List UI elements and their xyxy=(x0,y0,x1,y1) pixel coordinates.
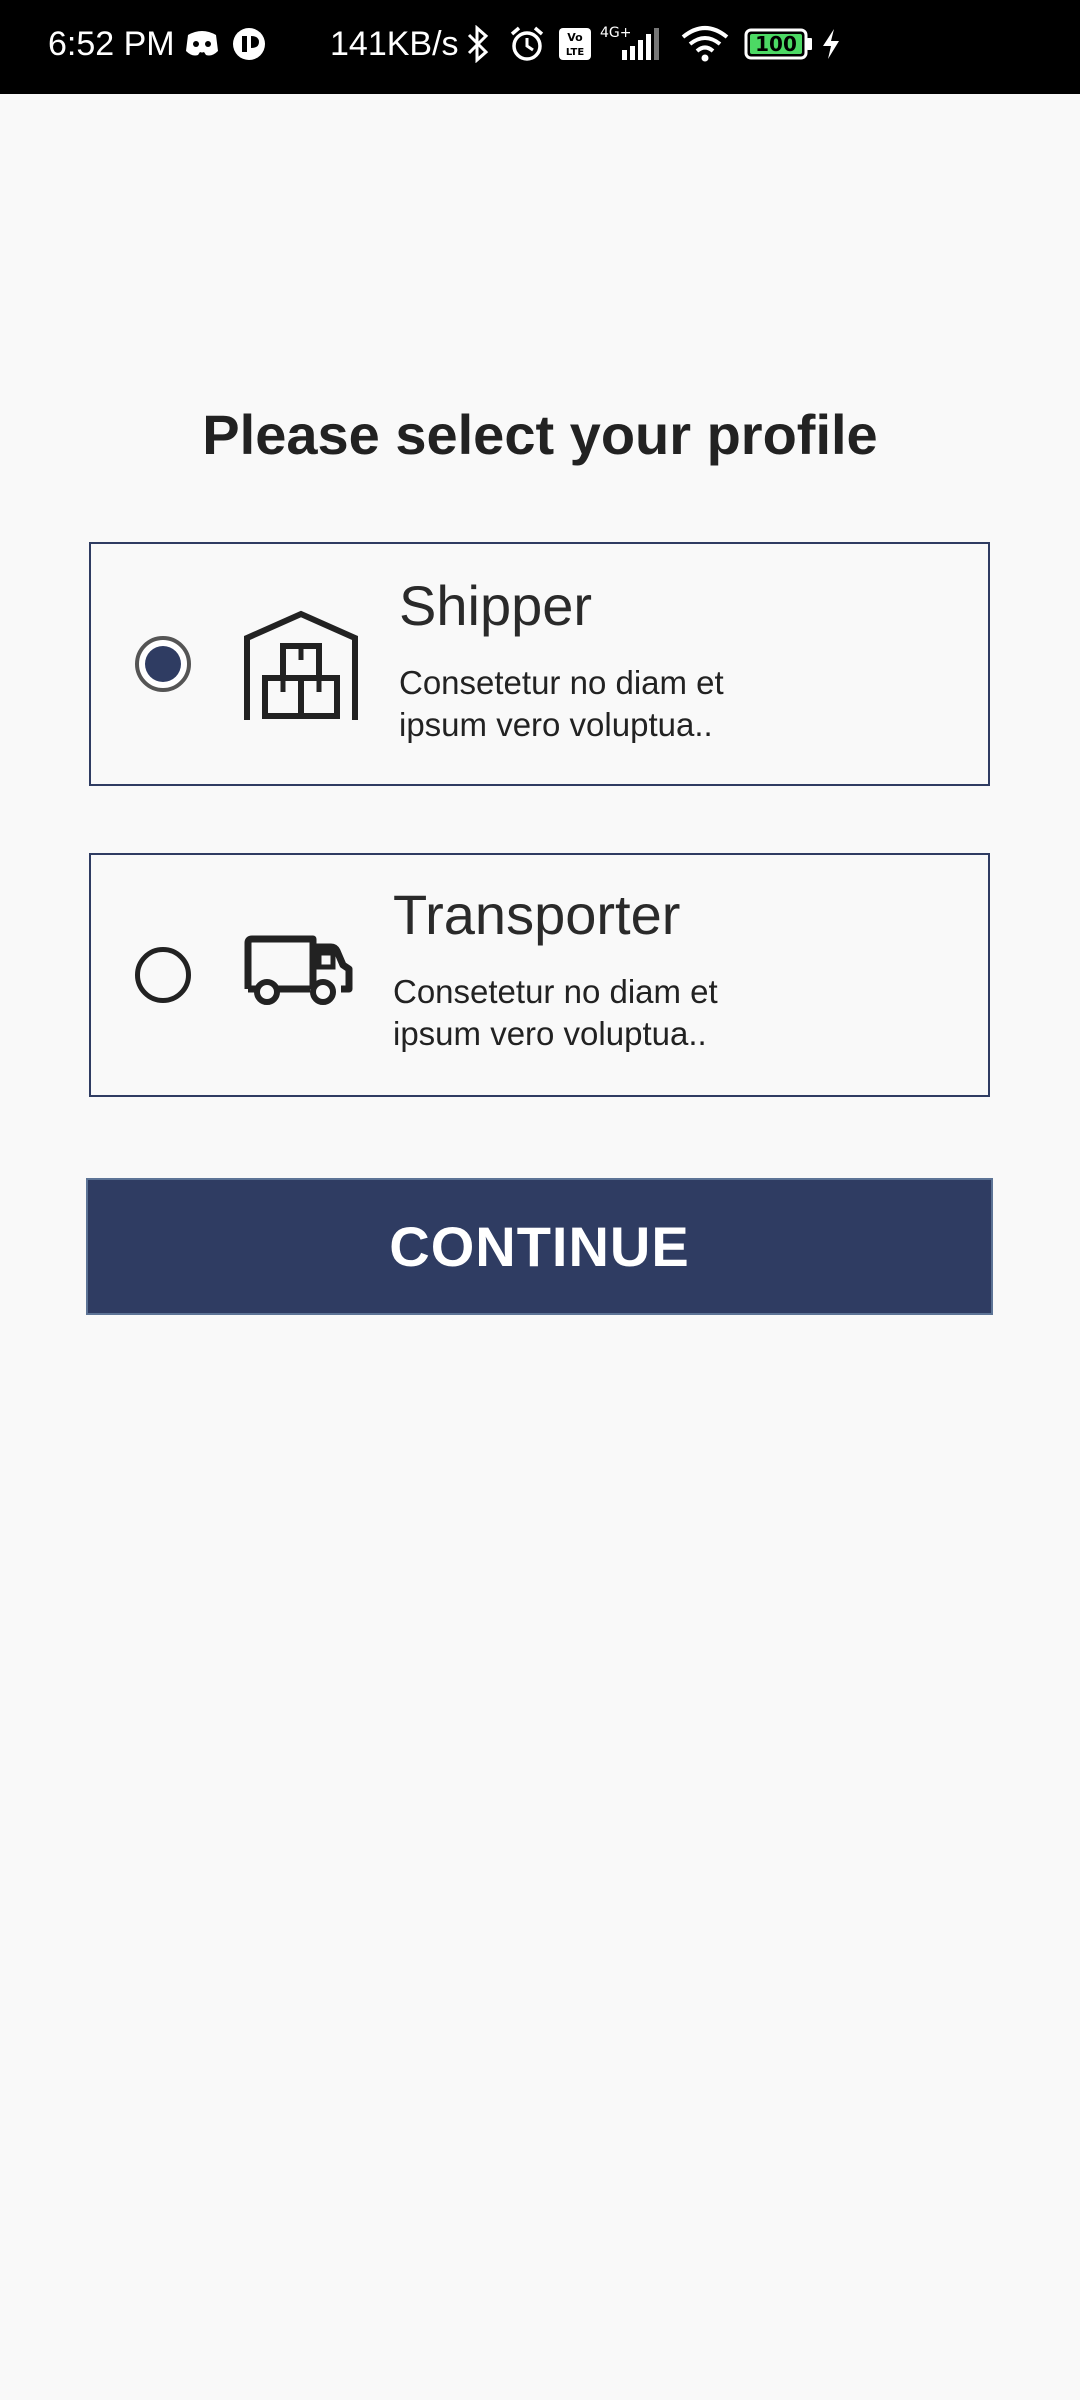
status-bar: 6:52 PM 141KB/s Vo LTE 4G+ 100 xyxy=(0,0,1080,94)
shipper-name: Shipper xyxy=(399,574,593,637)
svg-text:LTE: LTE xyxy=(566,47,585,58)
transporter-text: Transporter Consetetur no diam et ipsum … xyxy=(393,883,813,1055)
vpn-icon xyxy=(233,28,265,60)
shipper-radio-button[interactable] xyxy=(135,636,191,692)
svg-text:4G+: 4G+ xyxy=(600,25,632,41)
shipper-text: Shipper Consetetur no diam et ipsum vero… xyxy=(399,574,819,746)
transporter-description: Consetetur no diam et ipsum vero voluptu… xyxy=(393,973,718,1052)
signal-icon: 4G+ xyxy=(600,25,659,60)
battery-icon: 100 xyxy=(744,28,812,60)
status-time: 6:52 PM xyxy=(48,25,175,63)
warehouse-icon xyxy=(244,610,358,720)
charging-icon xyxy=(823,29,839,59)
continue-button[interactable]: CONTINUE xyxy=(86,1178,993,1315)
page-title: Please select your profile xyxy=(202,403,878,466)
discord-icon xyxy=(186,31,218,56)
transporter-radio-button[interactable] xyxy=(135,947,191,1003)
shipper-description: Consetetur no diam et ipsum vero voluptu… xyxy=(399,664,724,743)
truck-icon xyxy=(244,935,353,1005)
bluetooth-icon xyxy=(467,25,489,63)
wifi-icon xyxy=(681,26,729,62)
profile-option-shipper[interactable]: Shipper Consetetur no diam et ipsum vero… xyxy=(89,542,990,786)
transporter-name: Transporter xyxy=(393,883,681,946)
alarm-icon xyxy=(510,26,544,61)
profile-option-transporter[interactable]: Transporter Consetetur no diam et ipsum … xyxy=(89,853,990,1097)
svg-text:Vo: Vo xyxy=(567,31,583,44)
net-speed: 141KB/s xyxy=(330,25,459,63)
battery-level: 100 xyxy=(755,32,797,56)
volte-icon: Vo LTE xyxy=(559,28,591,60)
